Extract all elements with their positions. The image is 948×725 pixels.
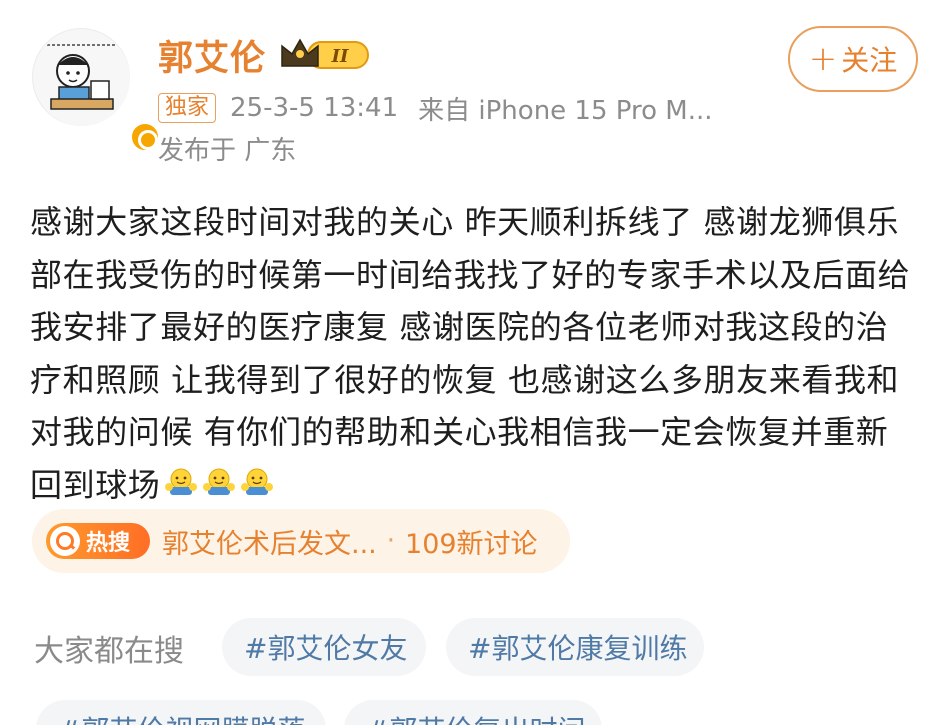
hot-search-link[interactable]: 热搜 郭艾伦术后发文... · 109新讨论 bbox=[32, 509, 570, 573]
avatar[interactable] bbox=[32, 28, 161, 153]
vip-level-text: II bbox=[331, 46, 349, 67]
follow-label: 关注 bbox=[841, 44, 898, 77]
hug-emoji-icon bbox=[240, 460, 274, 513]
exclusive-badge: 独家 bbox=[158, 93, 217, 123]
weibo-post: 郭艾伦 II + 关注 独家 25-3-5 13:41 来自 iPhone 15… bbox=[0, 0, 948, 725]
verified-badge-icon bbox=[129, 121, 161, 153]
hot-search-title: 郭艾伦术后发文... bbox=[162, 528, 377, 560]
user-name[interactable]: 郭艾伦 bbox=[158, 30, 266, 81]
search-chip[interactable]: #郭艾伦复出时间 bbox=[344, 700, 602, 725]
hot-search-separator: · bbox=[386, 526, 396, 556]
hot-search-tag: 热搜 bbox=[46, 523, 150, 559]
vip-crown-icon: II bbox=[281, 38, 369, 69]
hug-emoji-icon bbox=[164, 460, 198, 513]
post-content: 感谢大家这段时间对我的关心 昨天顺利拆线了 感谢龙狮俱乐部在我受伤的时候第一时间… bbox=[30, 196, 920, 513]
plus-icon: + bbox=[808, 39, 838, 79]
post-meta: 独家 25-3-5 13:41 来自 iPhone 15 Pro M... bbox=[158, 92, 713, 126]
post-location: 发布于 广东 bbox=[158, 136, 297, 166]
post-text: 感谢大家这段时间对我的关心 昨天顺利拆线了 感谢龙狮俱乐部在我受伤的时候第一时间… bbox=[30, 203, 911, 504]
search-icon bbox=[50, 526, 80, 556]
post-source: 来自 iPhone 15 Pro M... bbox=[418, 95, 713, 126]
hot-search-tag-label: 热搜 bbox=[86, 531, 131, 556]
avatar-cartoon-icon bbox=[34, 30, 130, 126]
search-chip[interactable]: #郭艾伦女友 bbox=[222, 618, 426, 676]
post-time: 25-3-5 13:41 bbox=[230, 93, 399, 123]
hug-emoji-icon bbox=[202, 460, 236, 513]
related-search-label: 大家都在搜 bbox=[34, 634, 184, 669]
follow-button[interactable]: + 关注 bbox=[788, 26, 918, 92]
search-chip[interactable]: #郭艾伦视网膜脱落 bbox=[36, 700, 326, 725]
hot-search-count: 109新讨论 bbox=[405, 528, 538, 560]
search-chip[interactable]: #郭艾伦康复训练 bbox=[446, 618, 704, 676]
